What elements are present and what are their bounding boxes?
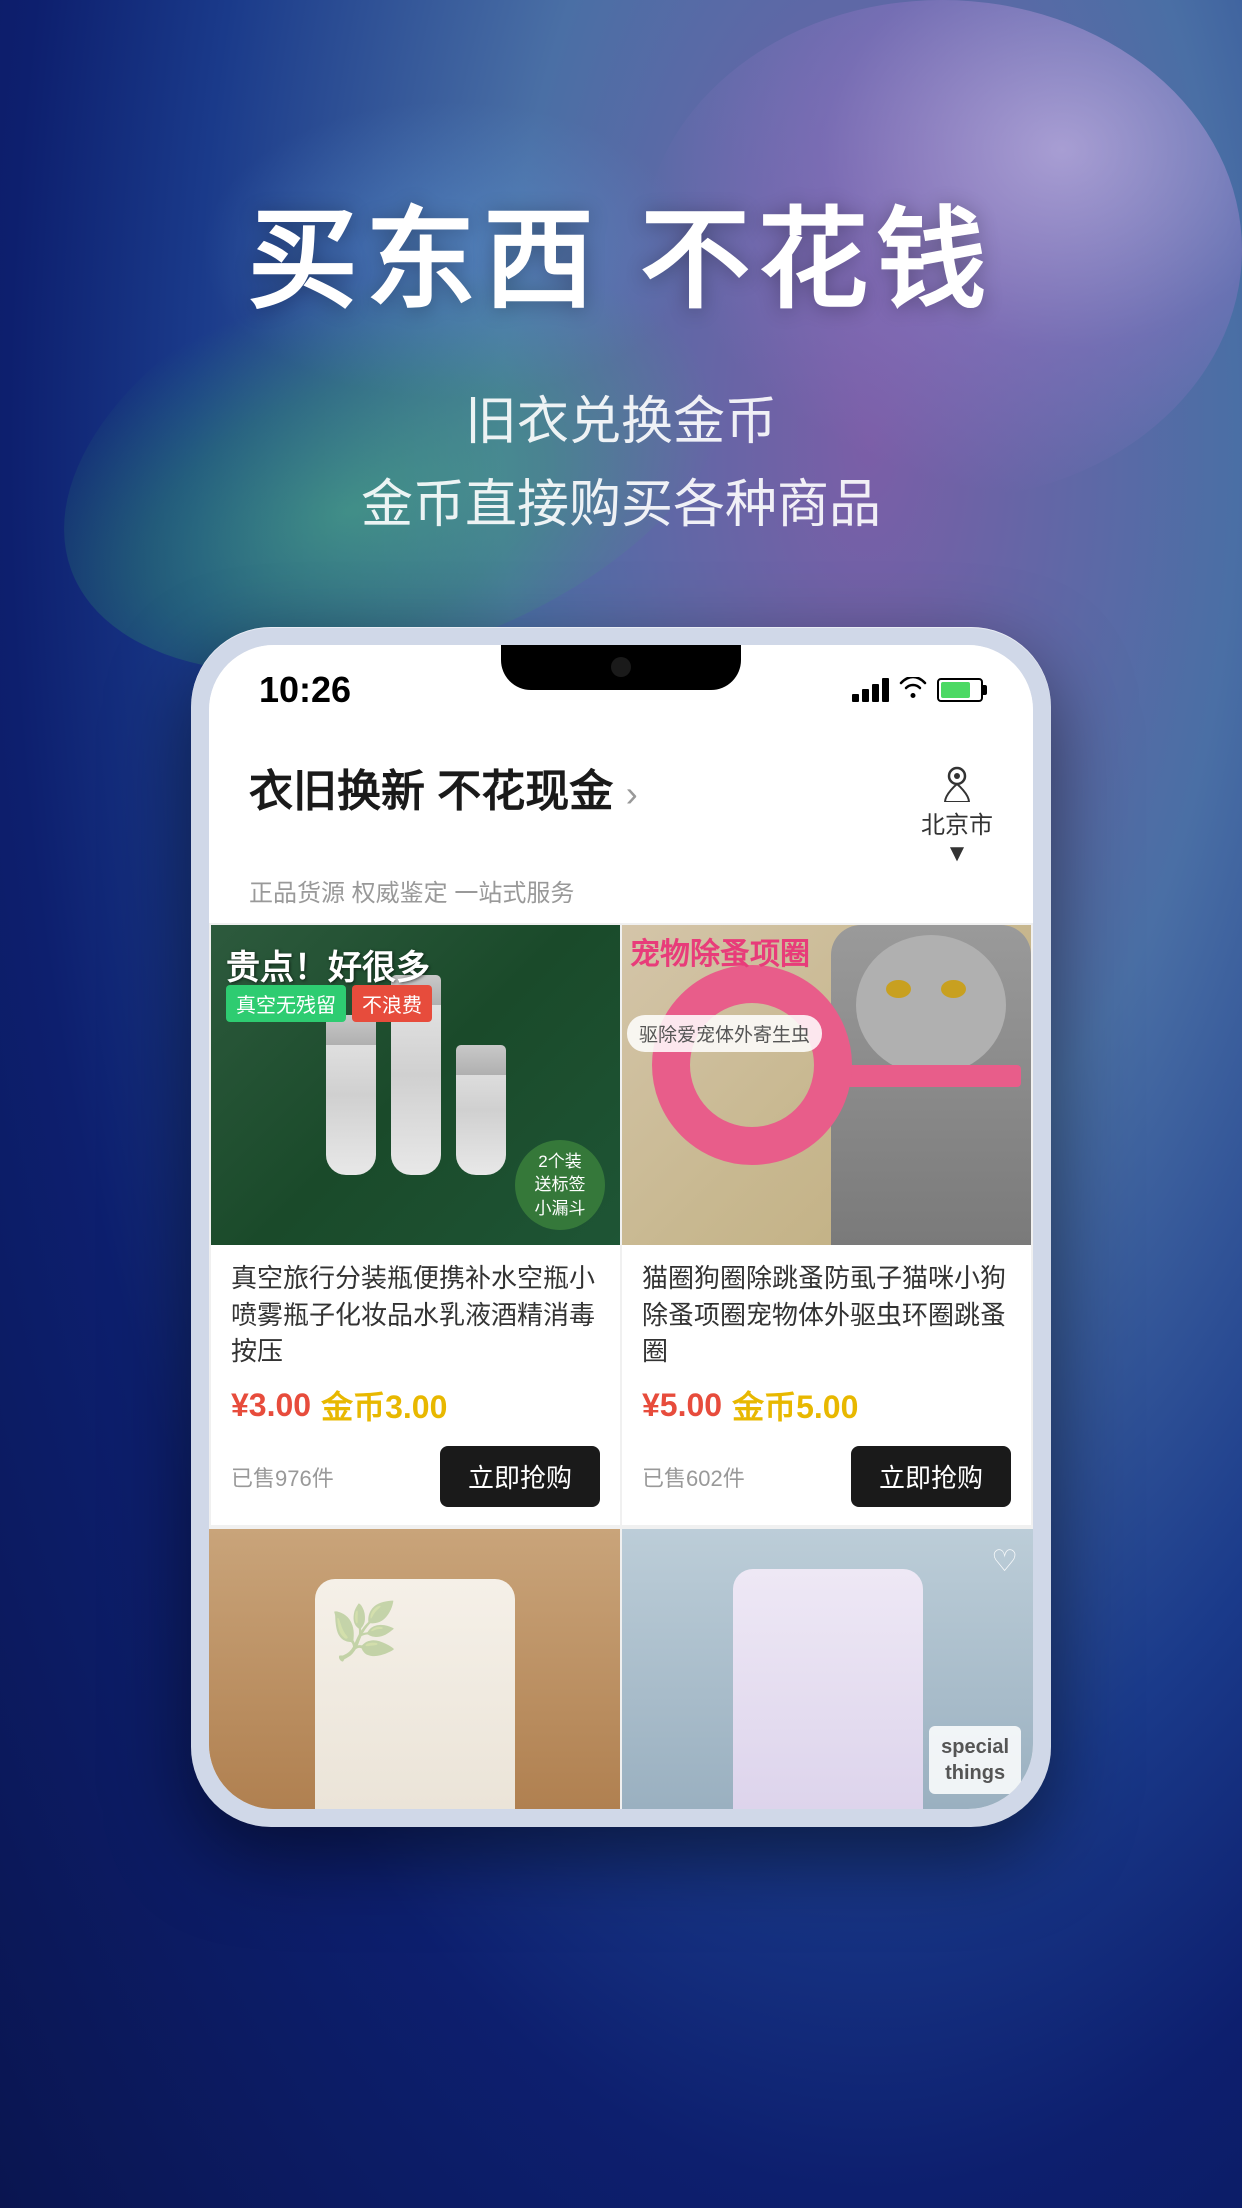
location-icon [932,755,982,805]
hero-subtitle: 旧衣兑换金币 金币直接购买各种商品 [361,381,881,547]
collar-ring [652,965,852,1165]
product1-pricing: ¥3.00 金币3.00 [231,1382,600,1428]
hero-title: 买东西 不花钱 [248,200,995,321]
product1-price-coins: 金币3.00 [321,1382,447,1428]
header-subtitle: 正品货源 权威鉴定 一站式服务 [249,873,993,908]
phone-mockup: 10:26 [191,627,1051,1827]
product2-desc: 猫圈狗圈除跳蚤防虱子猫咪小狗除蚤项圈宠物体外驱虫环圈跳蚤圈 [642,1260,1011,1370]
product1-badges: 真空无残留 不浪费 [226,985,432,1022]
phone-notch [501,645,741,690]
product1-sold: 已售976件 [231,1461,334,1493]
app-header: 衣旧换新 不花现金 › [209,735,1033,923]
wifi-icon [899,675,927,706]
bottom-img-girl: ♡ special things [622,1529,1033,1809]
cat-collar [841,1065,1021,1087]
girl-figure [733,1569,923,1809]
status-icons [852,675,983,706]
signal-icon [852,678,889,702]
cat-face [856,935,1006,1075]
product2-badge: 驱除爱宠体外寄生虫 [627,1015,822,1052]
products-section: 贵点！好很多 真空无残留 不浪费 2个装 送标签 小漏斗 [209,923,1033,1809]
product1-footer: 已售976件 立即抢购 [211,1438,620,1525]
app-main-title: 衣旧换新 不花现金 [249,767,613,816]
bottle-3 [456,1045,506,1175]
product2-title: 宠物除蚤项圈 [630,937,826,973]
special-things-badge: special things [929,1726,1021,1794]
products-grid: 贵点！好很多 真空无残留 不浪费 2个装 送标签 小漏斗 [209,923,1033,1527]
bottom-img-clothing: 🌿 [209,1529,620,1809]
header-top: 衣旧换新 不花现金 › [249,755,993,868]
page-content: 买东西 不花钱 旧衣兑换金币 金币直接购买各种商品 10:26 [0,0,1242,2208]
cat-body [831,925,1031,1245]
location-text: 北京市 [921,805,993,840]
subtitle-line2: 金币直接购买各种商品 [361,464,881,547]
product1-buy-button[interactable]: 立即抢购 [440,1446,600,1507]
collar-visual: 宠物除蚤项圈 驱除爱宠体外寄生虫 [622,925,1031,1245]
bottom-card-2: ♡ special things [622,1529,1033,1809]
clothing-figure: 🌿 [315,1579,515,1809]
product2-footer: 已售602件 立即抢购 [622,1438,1031,1525]
product1-badge-green: 真空无残留 [226,985,346,1022]
product2-buy-button[interactable]: 立即抢购 [851,1446,1011,1507]
product-image-1: 贵点！好很多 真空无残留 不浪费 2个装 送标签 小漏斗 [211,925,620,1245]
phone-frame: 10:26 [191,627,1051,1827]
battery-icon [937,678,983,702]
product2-info: 猫圈狗圈除跳蚤防虱子猫咪小狗除蚤项圈宠物体外驱虫环圈跳蚤圈 ¥5.00 金币5.… [622,1245,1031,1438]
header-title-area: 衣旧换新 不花现金 › [249,755,638,819]
header-arrow[interactable]: › [626,773,638,814]
product2-price-coins: 金币5.00 [732,1382,858,1428]
product2-price-cny: ¥5.00 [642,1387,722,1424]
product-card-1: 贵点！好很多 真空无残留 不浪费 2个装 送标签 小漏斗 [211,925,620,1525]
heart-icon: ♡ [991,1544,1018,1579]
location-widget[interactable]: 北京市 ▼ [921,755,993,868]
location-chevron: ▼ [945,840,969,868]
subtitle-line1: 旧衣兑换金币 [361,381,881,464]
phone-screen: 10:26 [209,645,1033,1809]
product1-circle-badge: 2个装 送标签 小漏斗 [515,1140,605,1230]
special-badge-line1: special [941,1734,1009,1760]
camera-dot [611,657,631,677]
product1-desc: 真空旅行分装瓶便携补水空瓶小喷雾瓶子化妆品水乳液酒精消毒按压 [231,1260,600,1370]
bottle-1 [326,1015,376,1175]
status-time: 10:26 [259,669,351,711]
special-badge-line2: things [941,1760,1009,1786]
product-image-2: 宠物除蚤项圈 驱除爱宠体外寄生虫 [622,925,1031,1245]
product1-headline: 贵点！好很多 [226,940,430,989]
clothing-pattern: 🌿 [330,1599,398,1664]
product-card-2: 宠物除蚤项圈 驱除爱宠体外寄生虫 猫圈狗圈除跳蚤防虱子猫咪小狗除蚤项圈宠物体外驱… [622,925,1031,1525]
product2-sold: 已售602件 [642,1461,745,1493]
product2-pricing: ¥5.00 金币5.00 [642,1382,1011,1428]
bottom-card-1: 🌿 [209,1529,620,1809]
product1-badge-red: 不浪费 [352,985,432,1022]
product1-price-cny: ¥3.00 [231,1387,311,1424]
status-bar: 10:26 [209,645,1033,735]
bottom-products: 🌿 ♡ special things [209,1529,1033,1809]
product1-info: 真空旅行分装瓶便携补水空瓶小喷雾瓶子化妆品水乳液酒精消毒按压 ¥3.00 金币3… [211,1245,620,1438]
